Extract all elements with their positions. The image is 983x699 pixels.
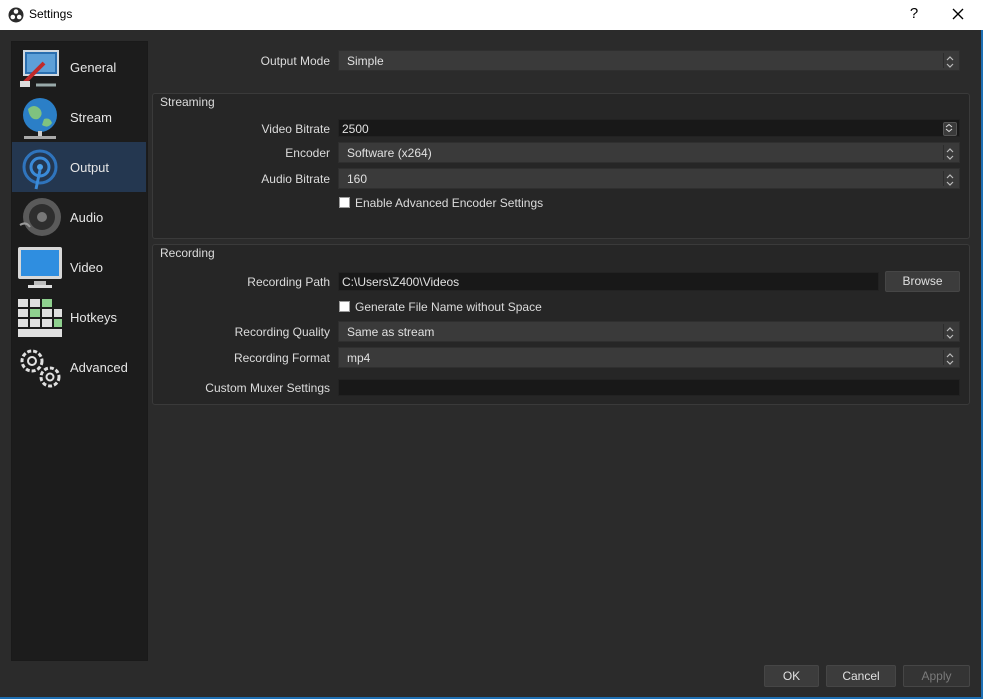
monitor-icon xyxy=(18,247,62,288)
output-mode-select[interactable]: Simple xyxy=(338,50,960,71)
recording-path-value: C:\Users\Z400\Videos xyxy=(342,275,460,289)
sidebar-item-label: Advanced xyxy=(70,360,128,375)
sidebar-item-label: Audio xyxy=(70,210,104,225)
output-mode-value: Simple xyxy=(347,54,384,68)
recording-quality-value: Same as stream xyxy=(347,325,435,339)
sidebar-item-stream[interactable]: Stream xyxy=(12,92,146,142)
output-broadcast-icon xyxy=(22,149,58,190)
updown-arrows-icon xyxy=(943,53,956,68)
close-icon[interactable] xyxy=(948,3,968,25)
sidebar-item-video[interactable]: Video xyxy=(12,242,146,292)
browse-button[interactable]: Browse xyxy=(885,271,960,292)
recording-quality-label: Recording Quality xyxy=(234,325,330,339)
help-button[interactable]: ? xyxy=(905,3,923,25)
audio-bitrate-value: 160 xyxy=(347,172,368,186)
sidebar-item-label: Hotkeys xyxy=(70,310,117,325)
video-bitrate-value: 2500 xyxy=(342,122,369,136)
custom-muxer-label: Custom Muxer Settings xyxy=(205,381,330,395)
sidebar-item-label: General xyxy=(70,60,117,75)
cancel-button[interactable]: Cancel xyxy=(826,665,896,687)
general-icon xyxy=(20,50,59,87)
keyboard-icon xyxy=(18,299,62,337)
stream-globe-icon xyxy=(23,98,57,139)
ok-button[interactable]: OK xyxy=(764,665,819,687)
spinner-icon[interactable] xyxy=(943,122,957,136)
streaming-group-title: Streaming xyxy=(160,95,215,109)
recording-format-value: mp4 xyxy=(347,351,371,365)
sidebar-item-label: Video xyxy=(70,260,104,275)
output-mode-label: Output Mode xyxy=(260,54,330,68)
recording-format-select[interactable]: mp4 xyxy=(338,347,960,368)
apply-button[interactable]: Apply xyxy=(903,665,970,687)
recording-quality-select[interactable]: Same as stream xyxy=(338,321,960,342)
recording-path-label: Recording Path xyxy=(247,275,330,289)
window-title: Settings xyxy=(29,7,73,21)
updown-arrows-icon xyxy=(943,145,956,160)
custom-muxer-input[interactable] xyxy=(338,379,960,396)
advanced-encoder-label: Enable Advanced Encoder Settings xyxy=(355,196,544,210)
sidebar-item-general[interactable]: General xyxy=(12,42,146,92)
gears-icon xyxy=(20,349,61,388)
sidebar-item-advanced[interactable]: Advanced xyxy=(12,342,146,392)
settings-sidebar: General Stream Output Audio Video Hotkey… xyxy=(11,41,148,661)
advanced-encoder-checkbox[interactable] xyxy=(339,197,350,208)
sidebar-item-label: Stream xyxy=(70,110,112,125)
recording-path-input[interactable]: C:\Users\Z400\Videos xyxy=(338,272,879,291)
updown-arrows-icon xyxy=(943,324,956,339)
sidebar-item-label: Output xyxy=(70,160,110,175)
sidebar-item-hotkeys[interactable]: Hotkeys xyxy=(12,292,146,342)
streaming-group xyxy=(152,93,970,239)
encoder-label: Encoder xyxy=(285,146,330,160)
obs-logo-icon xyxy=(8,7,24,23)
sidebar-item-output[interactable]: Output xyxy=(12,142,146,192)
audio-bitrate-label: Audio Bitrate xyxy=(261,172,330,186)
recording-format-label: Recording Format xyxy=(233,351,330,365)
audio-bitrate-select[interactable]: 160 xyxy=(338,168,960,189)
sidebar-item-audio[interactable]: Audio xyxy=(12,192,146,242)
video-bitrate-input[interactable]: 2500 xyxy=(338,119,960,137)
video-bitrate-label: Video Bitrate xyxy=(261,122,331,136)
speaker-icon xyxy=(19,198,61,236)
no-space-filename-checkbox[interactable] xyxy=(339,301,350,312)
updown-arrows-icon xyxy=(943,350,956,365)
recording-group-title: Recording xyxy=(160,246,215,260)
no-space-filename-label: Generate File Name without Space xyxy=(355,300,542,314)
encoder-select[interactable]: Software (x264) xyxy=(338,142,960,163)
updown-arrows-icon xyxy=(943,171,956,186)
title-bar: Settings ? xyxy=(0,0,983,30)
encoder-value: Software (x264) xyxy=(347,146,432,160)
